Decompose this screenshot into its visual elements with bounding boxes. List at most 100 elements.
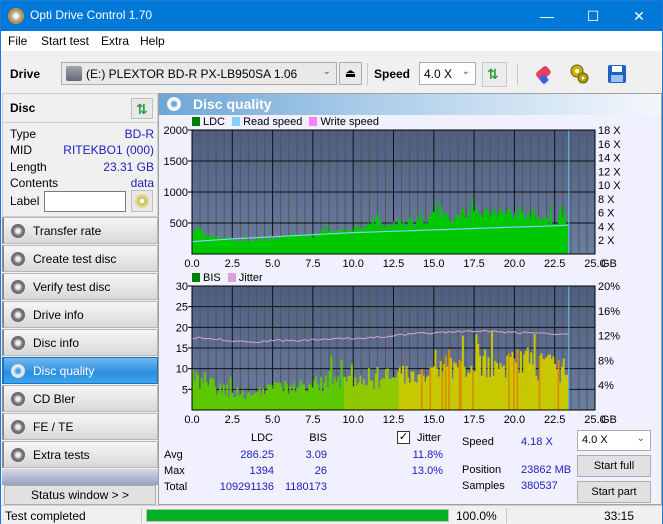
- sidebar-item-transfer-rate[interactable]: Transfer rate: [2, 217, 158, 244]
- maximize-button[interactable]: ☐: [570, 1, 616, 31]
- close-button[interactable]: ✕: [616, 1, 662, 31]
- stats-max-label: Max: [164, 465, 185, 477]
- sidebar-item-fe-te[interactable]: FE / TE: [2, 413, 158, 440]
- floppy-disk-icon: [608, 65, 626, 83]
- disc-icon: [11, 224, 25, 238]
- disc-icon: [11, 252, 25, 266]
- sidebar-item-verify-test-disc[interactable]: Verify test disc: [2, 273, 158, 300]
- x-tick-label: 0.0: [184, 258, 199, 270]
- elapsed-time: 33:15: [604, 509, 635, 523]
- samples-value: 380537: [521, 480, 558, 492]
- y2-tick-label: 12 X: [598, 166, 621, 178]
- stats-header-bis: BIS: [309, 432, 327, 444]
- eject-icon: ⏏: [344, 66, 357, 80]
- disc-icon: [11, 420, 25, 434]
- x-tick-label: 10.0: [342, 258, 363, 270]
- x-unit-label: GB: [601, 414, 617, 426]
- test-speed-select[interactable]: 4.0 X ⌄: [577, 430, 651, 451]
- x-tick-label: 7.5: [305, 414, 320, 426]
- y2-tick-label: 16%: [598, 306, 620, 318]
- x-tick-label: 2.5: [225, 414, 240, 426]
- disc-type-label: Type: [10, 127, 37, 141]
- y-tick-label: 20: [176, 322, 188, 334]
- stats-avg-ldc: 286.25: [240, 449, 274, 461]
- drive-label: Drive: [10, 67, 41, 81]
- sidebar-item-label: Extra tests: [33, 448, 90, 462]
- speed-select[interactable]: 4.0 X ⌄: [419, 62, 476, 85]
- sidebar-item-label: Create test disc: [33, 252, 117, 266]
- menu-start-test[interactable]: Start test: [41, 34, 89, 48]
- disc-icon: [11, 308, 25, 322]
- sidebar-item-disc-info[interactable]: Disc info: [2, 329, 158, 356]
- title-bar: Opti Drive Control 1.70 — ☐ ✕: [1, 1, 662, 31]
- y2-tick-label: 4%: [598, 380, 614, 392]
- chevron-down-icon: ⌄: [461, 66, 470, 77]
- eject-button[interactable]: ⏏: [339, 62, 362, 85]
- disc-info-panel: Disc ⇅ Type BD-R MID RITEKBO1 (000) Leng…: [2, 93, 159, 217]
- x-tick-label: 17.5: [463, 414, 484, 426]
- bis-bar: [330, 355, 333, 410]
- settings-button[interactable]: [568, 62, 593, 87]
- erase-button[interactable]: [532, 62, 557, 87]
- sidebar-item-label: FE / TE: [33, 420, 74, 434]
- stats-header-jitter: Jitter: [417, 432, 441, 444]
- y-tick-label: 10: [176, 364, 188, 376]
- start-part-button[interactable]: Start part: [577, 481, 651, 503]
- x-tick-label: 20.0: [504, 414, 525, 426]
- stats-total-ldc: 109291136: [219, 481, 274, 493]
- refresh-arrows-icon: ⇅: [487, 66, 499, 82]
- x-tick-label: 22.5: [544, 414, 565, 426]
- y2-tick-label: 14 X: [598, 153, 621, 165]
- bis-bar: [523, 354, 526, 410]
- left-panel: Disc ⇅ Type BD-R MID RITEKBO1 (000) Leng…: [2, 93, 159, 505]
- drive-select[interactable]: (E:) PLEXTOR BD-R PX-LB950SA 1.06 ⌄: [61, 62, 337, 85]
- bis-bar: [202, 382, 205, 410]
- menu-file[interactable]: File: [8, 34, 27, 48]
- test-speed-value: 4.0 X: [582, 434, 608, 446]
- stats-max-bis: 26: [314, 465, 327, 477]
- sidebar-item-cd-bler[interactable]: CD Bler: [2, 385, 158, 412]
- menu-help[interactable]: Help: [140, 34, 165, 48]
- sidebar-item-label: CD Bler: [33, 392, 76, 406]
- disc-quality-icon: [167, 97, 181, 111]
- sidebar-item-disc-quality[interactable]: Disc quality: [2, 357, 158, 384]
- disc-icon: [11, 336, 25, 350]
- set-label-button[interactable]: [131, 190, 153, 212]
- y2-tick-label: 6 X: [598, 208, 615, 220]
- start-full-button[interactable]: Start full: [577, 455, 651, 477]
- x-tick-label: 0.0: [184, 414, 199, 426]
- cd-icon: [135, 194, 149, 208]
- sidebar-item-drive-info[interactable]: Drive info: [2, 301, 158, 328]
- disc-contents-label: Contents: [10, 176, 59, 190]
- progress-percent: 100.0%: [456, 509, 497, 523]
- refresh-drive-button[interactable]: ⇅: [482, 62, 507, 87]
- sidebar-item-label: Disc info: [33, 336, 80, 350]
- sidebar-item-create-test-disc[interactable]: Create test disc: [2, 245, 158, 272]
- refresh-arrows-icon: ⇅: [136, 101, 148, 117]
- sidebar-item-extra-tests[interactable]: Extra tests: [2, 441, 158, 468]
- y-tick-label: 15: [176, 343, 188, 355]
- minimize-button[interactable]: —: [524, 1, 570, 31]
- disc-label-input[interactable]: [44, 191, 126, 212]
- status-bar: Test completed 100.0% 33:15: [1, 505, 662, 524]
- status-window-button[interactable]: Status window > >: [4, 485, 156, 505]
- disc-type-row: Type BD-R: [10, 127, 154, 143]
- bis-bar: [244, 398, 247, 410]
- eraser-icon: [536, 66, 551, 84]
- bis-bar: [265, 390, 268, 410]
- drive-value: (E:) PLEXTOR BD-R PX-LB950SA 1.06: [86, 67, 298, 81]
- x-tick-label: 22.5: [544, 258, 565, 270]
- x-tick-label: 20.0: [504, 258, 525, 270]
- y2-tick-label: 4 X: [598, 221, 615, 233]
- jitter-checkbox[interactable]: ✓: [397, 431, 410, 444]
- speed-value: 4.0 X: [424, 67, 453, 81]
- window-title: Opti Drive Control 1.70: [30, 8, 153, 22]
- menu-extra[interactable]: Extra: [101, 34, 129, 48]
- check-icon: ✓: [398, 431, 409, 443]
- status-divider: [141, 508, 142, 523]
- sidebar-item-label: Verify test disc: [33, 280, 111, 294]
- save-button[interactable]: [605, 62, 630, 87]
- disc-refresh-button[interactable]: ⇅: [131, 98, 153, 119]
- bis-bar: [308, 383, 311, 410]
- x-tick-label: 7.5: [305, 258, 320, 270]
